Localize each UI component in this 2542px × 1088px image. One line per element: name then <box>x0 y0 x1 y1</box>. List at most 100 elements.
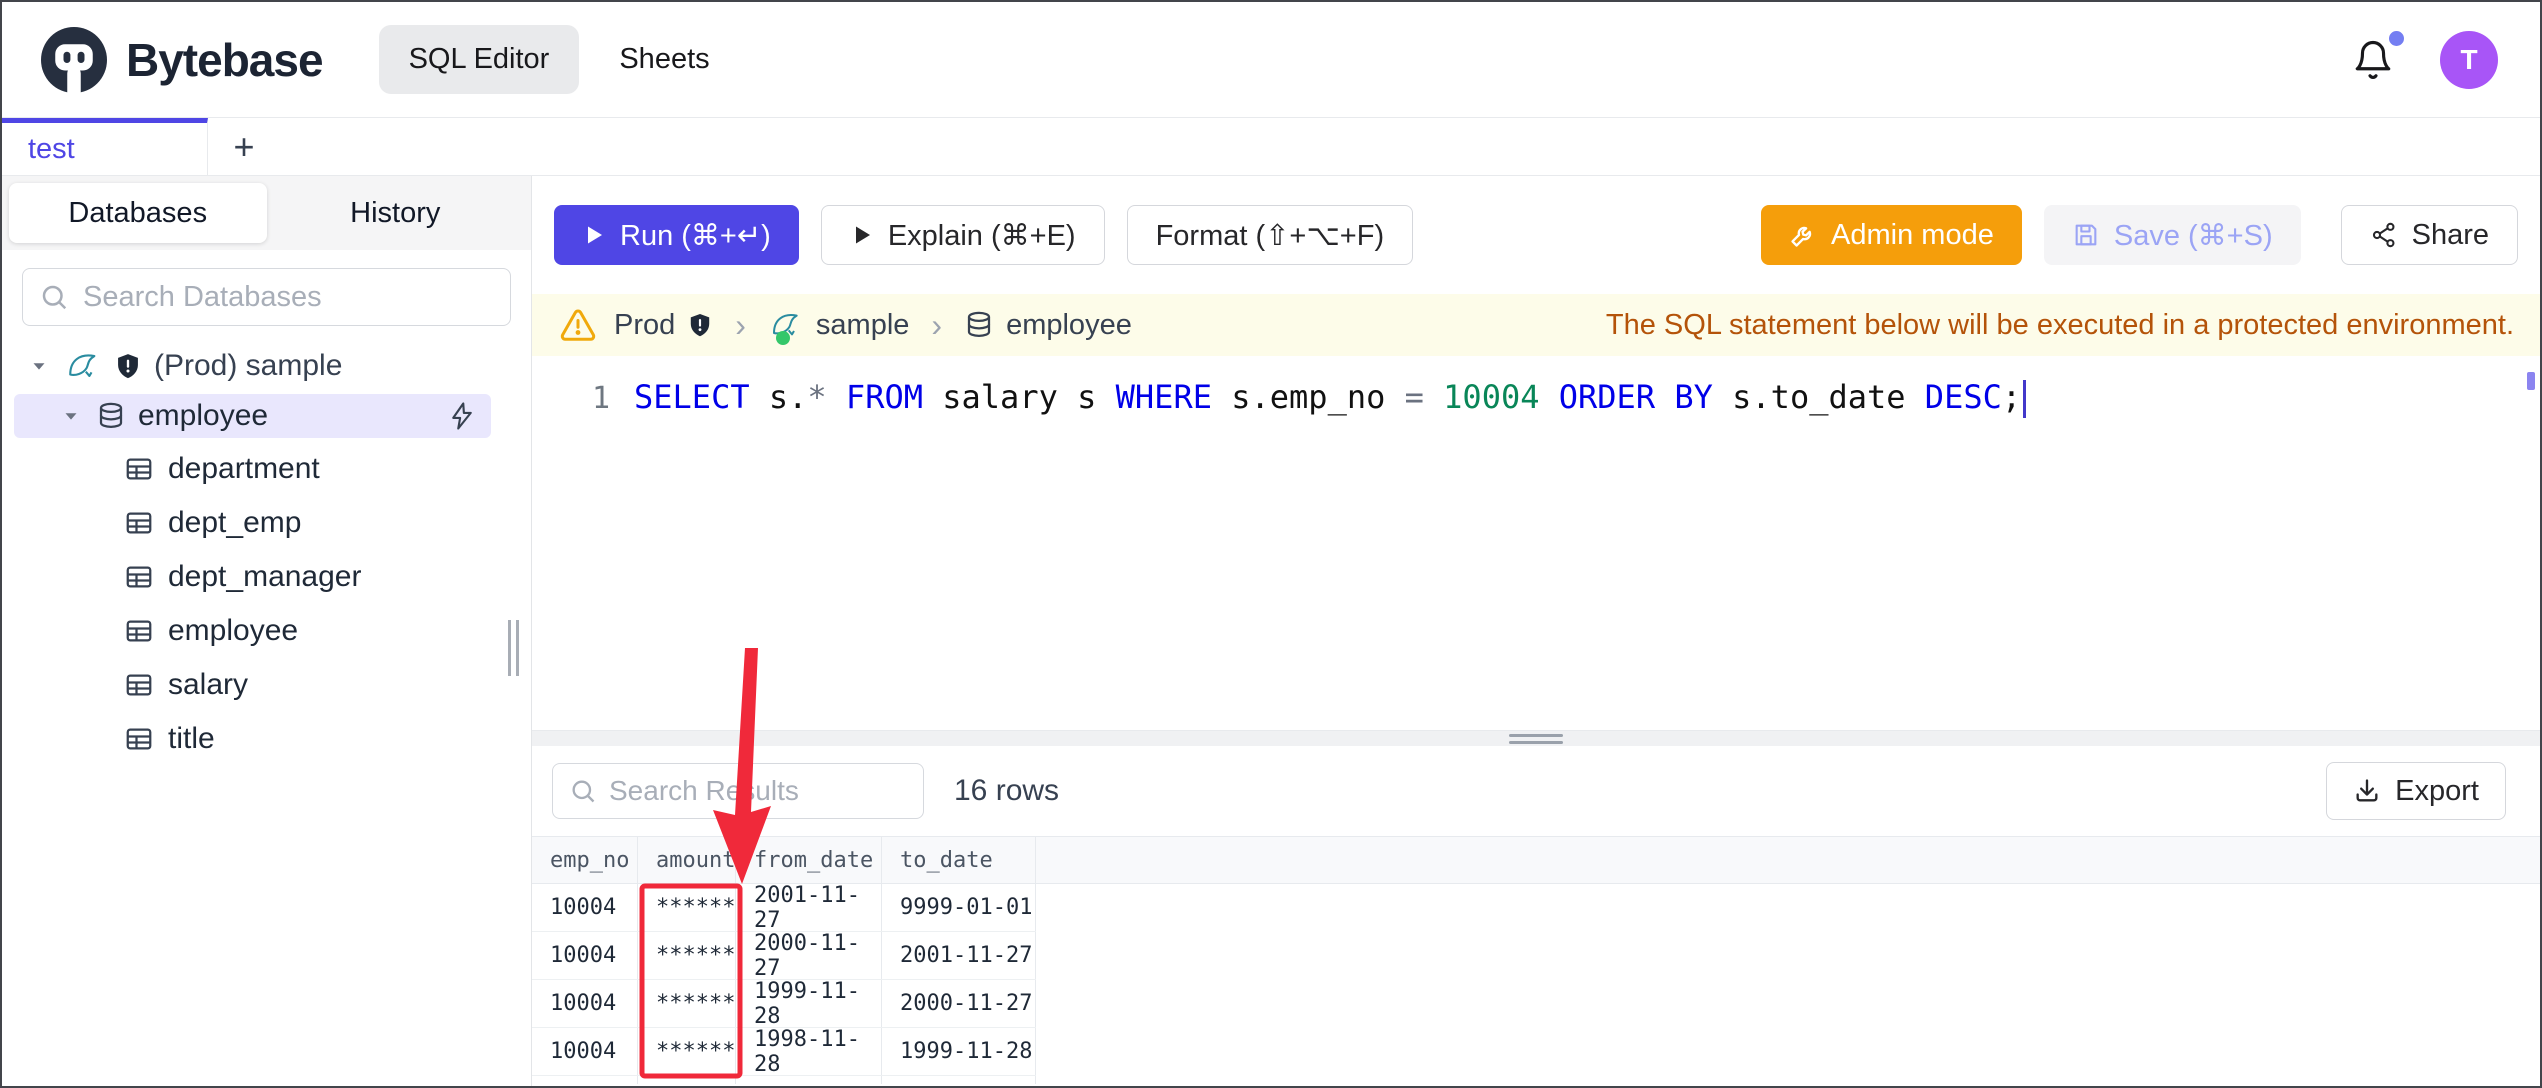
bell-icon <box>2352 39 2394 81</box>
breadcrumb-table[interactable]: employee <box>964 309 1132 342</box>
table-row[interactable]: 10004 ****** 2001-11-27 9999-01-01 <box>532 883 1036 933</box>
export-button[interactable]: Export <box>2326 762 2506 820</box>
tab-databases[interactable]: Databases <box>9 183 267 243</box>
breadcrumb-database[interactable]: sample <box>768 309 909 345</box>
protected-environment-banner: Prod › sample › employee The SQL stateme… <box>532 294 2540 356</box>
sidebar: Databases History Search Databases (Prod… <box>2 176 532 1086</box>
tree-database-label: employee <box>138 399 269 432</box>
code-line[interactable]: 1 SELECT s.* FROM salary s WHERE s.emp_n… <box>532 378 2540 418</box>
breadcrumb-separator: › <box>735 306 746 343</box>
table-row[interactable]: 10004 ****** 1998-11-28 1999-11-28 <box>532 1027 1036 1077</box>
search-icon <box>39 282 69 312</box>
search-databases-input[interactable] <box>83 280 494 314</box>
column-header-amount[interactable]: amount <box>638 837 736 883</box>
line-number: 1 <box>591 381 610 416</box>
app-header: Bytebase SQL Editor Sheets T <box>2 2 2540 118</box>
database-search[interactable] <box>22 268 511 326</box>
table-icon <box>124 508 154 538</box>
table-label: salary <box>168 668 249 701</box>
table-label: dept_manager <box>168 560 362 593</box>
editor-toolbar: Run (⌘+↵) Explain (⌘+E) Format (⇧+⌥+F) A… <box>532 176 2540 294</box>
table-icon <box>124 724 154 754</box>
play-icon <box>582 223 606 247</box>
notification-badge <box>2389 30 2404 46</box>
play-icon <box>850 223 874 247</box>
tree-item-table-salary[interactable]: salary <box>2 658 531 712</box>
database-icon <box>96 401 126 431</box>
breadcrumb-separator: › <box>931 306 943 343</box>
table-icon <box>124 454 154 484</box>
shield-icon <box>687 311 713 339</box>
run-button[interactable]: Run (⌘+↵) <box>554 205 799 265</box>
tree-item-instance[interactable]: (Prod) sample <box>2 342 531 390</box>
download-icon <box>2353 777 2381 805</box>
column-header-from-date[interactable]: from_date <box>736 837 882 883</box>
tab-test[interactable]: test <box>2 118 208 175</box>
sql-editor[interactable]: 1 SELECT s.* FROM salary s WHERE s.emp_n… <box>532 356 2540 730</box>
panel-splitter[interactable] <box>532 730 2540 746</box>
column-header-to-date[interactable]: to_date <box>882 837 1036 883</box>
sql-statement[interactable]: SELECT s.* FROM salary s WHERE s.emp_no … <box>634 378 2027 418</box>
new-tab-button[interactable]: + <box>208 118 280 175</box>
format-button[interactable]: Format (⇧+⌥+F) <box>1126 205 1414 265</box>
wrench-icon <box>1789 221 1817 249</box>
database-icon <box>964 310 994 340</box>
bytebase-logo[interactable]: Bytebase <box>38 24 324 96</box>
connection-status-dot <box>775 331 790 345</box>
tree-item-table-employee[interactable]: employee <box>2 604 531 658</box>
tab-history[interactable]: History <box>267 183 525 243</box>
nav-sql-editor[interactable]: SQL Editor <box>378 25 580 94</box>
column-header-emp-no[interactable]: emp_no <box>532 837 638 883</box>
save-button[interactable]: Save (⌘+S) <box>2043 205 2301 265</box>
table-row[interactable]: 10004 ****** 2000-11-27 2001-11-27 <box>532 931 1036 981</box>
admin-mode-button[interactable]: Admin mode <box>1761 205 2022 265</box>
quick-query-lightning-icon[interactable] <box>447 401 477 431</box>
tree-instance-label: (Prod) sample <box>154 349 343 382</box>
chevron-down-icon[interactable] <box>58 405 84 427</box>
chevron-down-icon[interactable] <box>26 355 52 377</box>
shield-icon <box>114 351 142 381</box>
table-label: title <box>168 722 215 755</box>
sidebar-resize-handle[interactable] <box>508 620 519 676</box>
database-tree: (Prod) sample employee department dept_e… <box>2 336 531 1086</box>
table-label: department <box>168 452 320 485</box>
sidebar-tabs: Databases History <box>2 176 531 250</box>
avatar[interactable]: T <box>2440 30 2498 89</box>
table-icon <box>124 562 154 592</box>
results-table: emp_no amount from_date to_date 10004 **… <box>532 836 2540 1084</box>
table-label: dept_emp <box>168 506 302 539</box>
tree-item-table-title[interactable]: title <box>2 712 531 766</box>
explain-button[interactable]: Explain (⌘+E) <box>820 205 1105 265</box>
table-label: employee <box>168 614 299 647</box>
tree-item-table-department[interactable]: department <box>2 442 531 496</box>
tree-item-database-employee[interactable]: employee <box>14 394 491 438</box>
results-search[interactable] <box>552 763 970 819</box>
top-nav: SQL Editor Sheets <box>378 25 710 94</box>
column-header-filler <box>1036 837 2540 883</box>
tree-item-table-dept-emp[interactable]: dept_emp <box>2 496 531 550</box>
warning-icon <box>558 307 598 343</box>
share-icon <box>2370 221 2398 249</box>
table-row-partial[interactable] <box>532 1076 1036 1084</box>
results-table-header: emp_no amount from_date to_date <box>532 836 2540 884</box>
results-controls: 16 rows Export <box>532 746 2540 836</box>
share-button[interactable]: Share <box>2340 205 2518 265</box>
brand-name: Bytebase <box>126 33 324 86</box>
mysql-dolphin-icon <box>768 309 804 345</box>
floppy-icon <box>2072 221 2100 249</box>
results-panel: 16 rows Export emp_no amount from_date <box>532 746 2540 1086</box>
notification-bell-button[interactable] <box>2352 30 2404 81</box>
header-right: T <box>2352 30 2498 89</box>
table-icon <box>124 670 154 700</box>
table-row[interactable]: 10004 ****** 1999-11-28 2000-11-27 <box>532 979 1036 1029</box>
text-cursor <box>2023 380 2027 418</box>
tree-item-table-dept-manager[interactable]: dept_manager <box>2 550 531 604</box>
breadcrumb-environment[interactable]: Prod <box>614 309 713 342</box>
overview-ruler-mark <box>2527 372 2535 390</box>
sheet-tab-bar: test + <box>2 118 2540 176</box>
search-results-input[interactable] <box>609 775 970 807</box>
main-content: Run (⌘+↵) Explain (⌘+E) Format (⇧+⌥+F) A… <box>532 176 2540 1086</box>
row-count: 16 rows <box>954 774 1060 807</box>
search-icon <box>569 777 597 805</box>
nav-sheets[interactable]: Sheets <box>619 43 709 76</box>
